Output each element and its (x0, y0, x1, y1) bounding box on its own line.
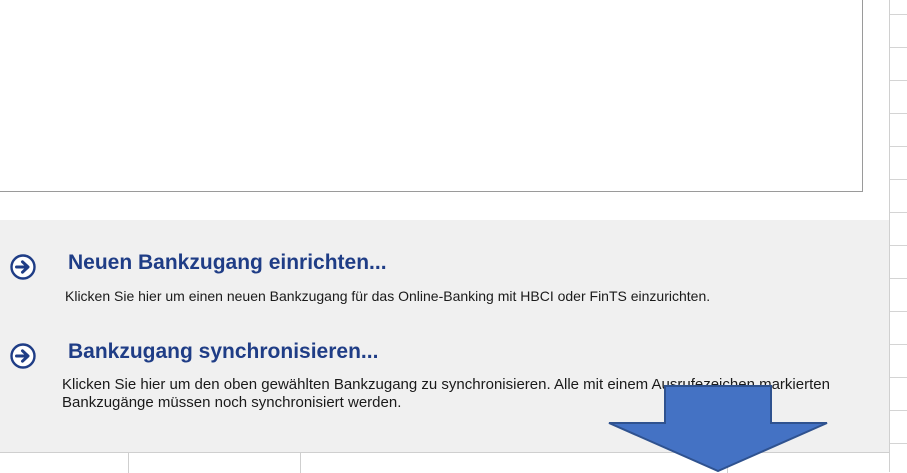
arrow-down-annotation-icon (608, 385, 828, 472)
side-grid (889, 0, 907, 472)
new-bank-access-description: Klicken Sie hier um einen neuen Bankzuga… (65, 288, 711, 304)
arrow-circle-right-icon[interactable] (10, 254, 36, 280)
new-bank-access-link[interactable]: Neuen Bankzugang einrichten... (68, 251, 387, 275)
bank-access-list[interactable] (0, 0, 863, 192)
sync-bank-access-link[interactable]: Bankzugang synchronisieren... (68, 340, 378, 364)
arrow-circle-right-icon[interactable] (10, 343, 36, 369)
